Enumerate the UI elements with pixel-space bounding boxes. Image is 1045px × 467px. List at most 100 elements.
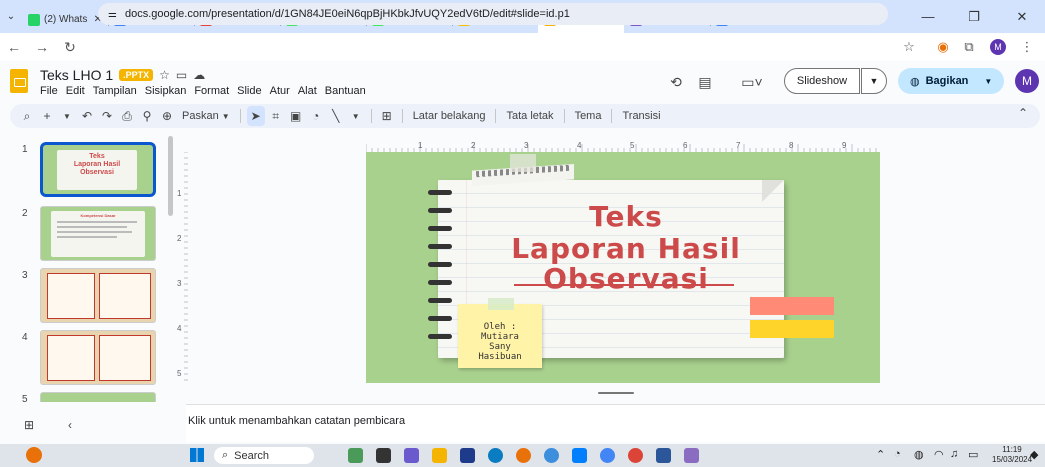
text-box-icon[interactable]: ⌗ [267,106,285,126]
paint-format-icon[interactable]: ⚲ [138,106,156,126]
cloud-status-icon[interactable]: ☁ [193,68,205,82]
back-icon[interactable]: ← [0,33,28,61]
extensions-puzzle-icon[interactable]: ⧉ [956,33,982,61]
url-input[interactable]: ⚌ docs.google.com/presentation/d/1GN84JE… [98,3,888,25]
author-sticky-note[interactable]: Oleh : Mutiara Sany Hasibuan [458,304,542,368]
notification-icon[interactable]: ◆ [1030,448,1038,461]
taskbar-clock[interactable]: 11:19 15/03/2024 [992,445,1032,465]
print-icon[interactable]: ⎙ [118,106,136,126]
background-button[interactable]: Latar belakang [409,106,490,126]
user-avatar[interactable]: M [1015,69,1039,93]
slide-thumbnail-1[interactable]: Teks Laporan Hasil Observasi [40,142,156,197]
start-icon[interactable] [190,448,204,462]
widgets-icon[interactable] [348,448,363,463]
minimize-icon[interactable]: — [905,0,951,33]
tray-chevron-icon[interactable]: ⌃ [876,448,885,461]
meet-camera-icon[interactable]: ▭˅ [734,69,770,95]
bookmark-star-icon[interactable]: ☆ [896,33,922,61]
theme-button[interactable]: Tema [571,106,606,126]
slideshow-button[interactable]: Slideshow [784,68,860,94]
star-icon[interactable]: ☆ [159,68,170,82]
weather-icon[interactable] [26,447,42,463]
wifi-icon[interactable]: ◠ [934,448,944,461]
forward-icon[interactable]: → [28,33,56,61]
slide-thumbnail-4[interactable] [40,330,156,385]
share-dropdown-icon[interactable]: ▼ [984,77,992,86]
extension-icon[interactable]: ◉ [930,33,956,61]
tray-app-icon[interactable]: ◔ [894,448,901,460]
slides-logo-icon[interactable] [10,69,28,93]
battery-icon[interactable]: ▭ [968,448,978,461]
menu-item[interactable]: Format [194,85,229,97]
layout-button[interactable]: Tata letak [502,106,557,126]
site-info-icon[interactable]: ⚌ [108,9,117,20]
slide-canvas[interactable]: Teks Laporan Hasil Observasi Oleh : Muti… [366,152,880,383]
app-icon[interactable] [544,448,559,463]
new-slide-icon[interactable]: + [38,106,56,126]
menu-item[interactable]: Bantuan [325,85,366,97]
document-title[interactable]: Teks LHO 1 [40,67,113,83]
move-folder-icon[interactable]: ▭ [176,68,187,82]
resize-notes-handle[interactable] [598,392,634,394]
store-icon[interactable] [460,448,475,463]
menu-item[interactable]: Edit [66,85,85,97]
meet-icon[interactable] [404,448,419,463]
volume-icon[interactable]: ♫ [950,448,958,460]
line-icon[interactable]: ╲ [327,106,345,126]
line-dropdown-icon[interactable]: ▼ [347,106,365,126]
speaker-notes-panel[interactable]: Klik untuk menambahkan catatan pembicara [186,404,1045,442]
filmstrip-scrollbar[interactable] [168,136,173,216]
tab-search-dropdown-icon[interactable]: ⌄ [0,0,22,33]
browser-tab[interactable]: (2) Whats ✕ [22,6,108,33]
chrome-icon[interactable] [516,448,531,463]
menu-item[interactable]: Sisipkan [145,85,187,97]
slide-thumbnail-3[interactable] [40,268,156,323]
comments-icon[interactable]: ▤ [692,69,718,95]
horizontal-ruler[interactable]: 1 2 3 4 5 6 7 8 9 [366,140,880,152]
collapse-filmstrip-icon[interactable]: ‹ [68,418,72,432]
grid-view-icon[interactable]: ⊞ [24,418,34,432]
redo-icon[interactable]: ↷ [98,106,116,126]
collapse-toolbar-icon[interactable]: ⌃ [1018,106,1028,120]
zoom-icon[interactable]: ⊕ [158,106,176,126]
app-icon[interactable] [572,448,587,463]
menu-item[interactable]: Tampilan [93,85,137,97]
search-menus-icon[interactable]: ⌕ [18,106,36,126]
slide-title-line3[interactable]: Observasi [486,262,766,295]
taskbar-search[interactable]: ⌕ Search [214,447,314,464]
close-window-icon[interactable]: ✕ [999,0,1045,33]
edge-icon[interactable] [488,448,503,463]
file-explorer-icon[interactable] [432,448,447,463]
slide-title-line2[interactable]: Laporan Hasil [486,232,766,265]
word-icon[interactable] [656,448,671,463]
menu-item[interactable]: Atur [270,85,290,97]
app-icon[interactable] [684,448,699,463]
zoom-select[interactable]: Paskan ▼ [178,106,234,126]
slide-thumbnail-5[interactable] [40,392,156,402]
menu-item[interactable]: Slide [237,85,261,97]
history-icon[interactable]: ⟲ [663,69,689,95]
insert-comment-icon[interactable]: ⊞ [378,106,396,126]
restore-icon[interactable]: ❐ [951,0,997,33]
reload-icon[interactable]: ↻ [56,33,84,61]
transition-button[interactable]: Transisi [618,106,664,126]
tray-drive-icon[interactable]: ◍ [914,448,924,461]
slide-title-line1[interactable]: Teks [486,200,766,233]
menu-item[interactable]: Alat [298,85,317,97]
menu-item[interactable]: File [40,85,58,97]
slideshow-dropdown-icon[interactable]: ▼ [861,68,887,94]
share-button[interactable]: ◍ Bagikan ▼ [898,68,1004,94]
select-cursor-icon[interactable]: ➤ [246,106,265,126]
chrome-profile-icon[interactable] [600,448,615,463]
undo-icon[interactable]: ↶ [78,106,96,126]
profile-avatar[interactable]: M [985,33,1011,61]
shape-icon[interactable]: ◔ [307,106,325,126]
ruler-label: 6 [683,141,688,150]
new-slide-dropdown-icon[interactable]: ▼ [58,106,76,126]
vertical-ruler[interactable]: 1 2 3 4 5 [176,152,188,382]
chrome-profile-icon[interactable] [628,448,643,463]
browser-menu-icon[interactable]: ⋮ [1014,33,1040,61]
image-icon[interactable]: ▣ [287,106,305,126]
slide-thumbnail-2[interactable]: Kompetensi Dasar [40,206,156,261]
task-view-icon[interactable] [376,448,391,463]
